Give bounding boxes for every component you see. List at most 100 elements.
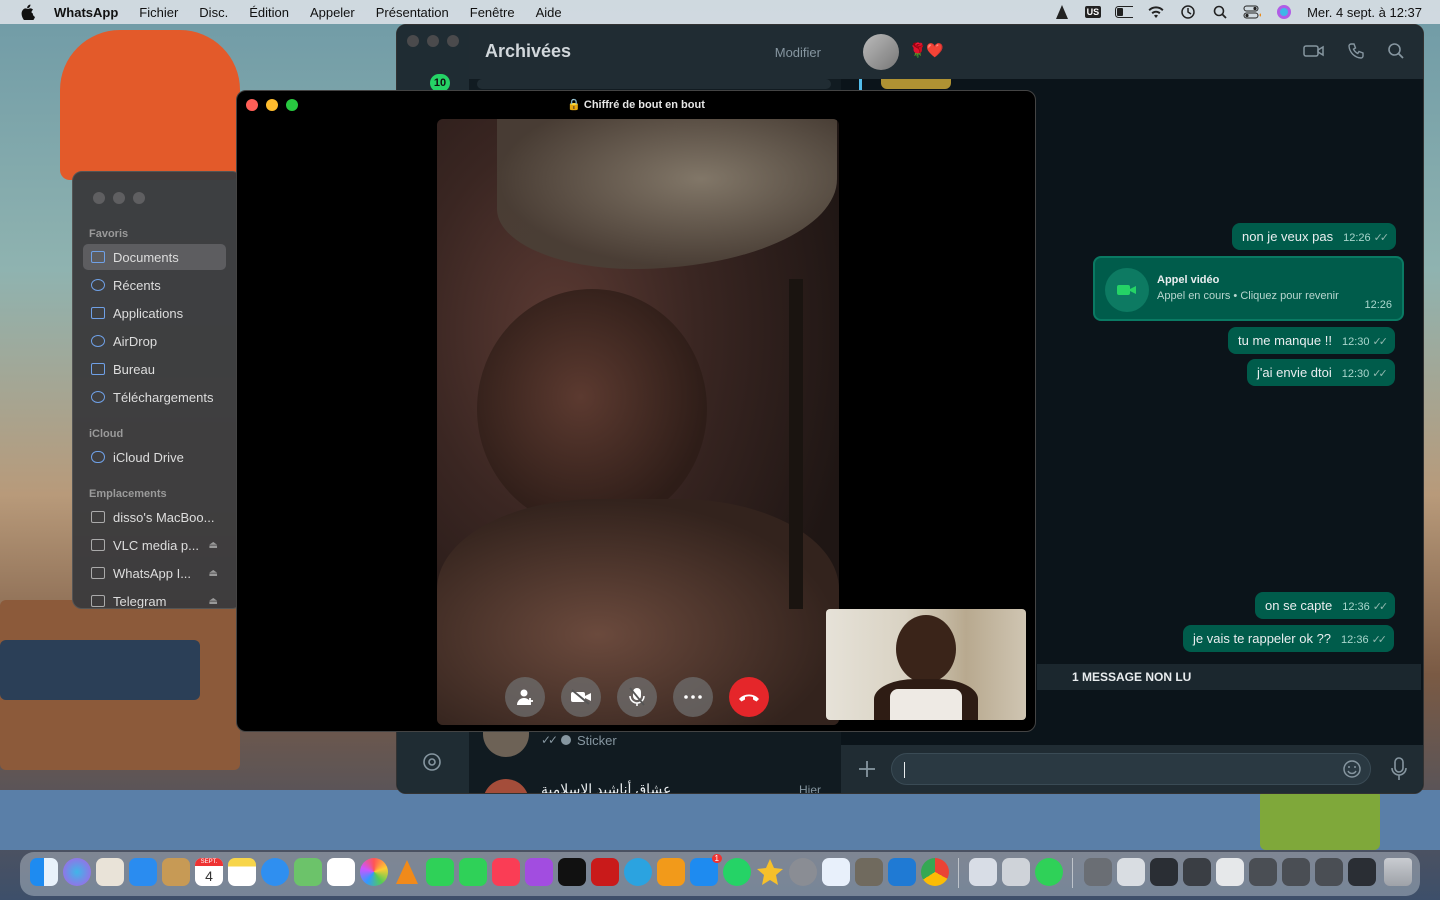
disk-utility-dock-icon[interactable] — [1002, 858, 1030, 886]
minimized-window-thumbnail[interactable] — [1282, 858, 1310, 886]
finder-zoom-button[interactable] — [133, 192, 145, 204]
superstar-dock-icon[interactable] — [756, 858, 784, 886]
menu-presentation[interactable]: Présentation — [376, 5, 449, 20]
spotlight-icon[interactable] — [1211, 4, 1229, 20]
camera-off-button[interactable] — [561, 677, 601, 717]
video-call-icon[interactable] — [1303, 43, 1325, 64]
minimized-window-thumbnail[interactable] — [1216, 858, 1244, 886]
finder-item-applications[interactable]: Applications — [83, 300, 226, 326]
menu-app-name[interactable]: WhatsApp — [54, 5, 118, 20]
finder-item-macbook[interactable]: disso's MacBoo... — [83, 504, 226, 530]
finder-item-documents[interactable]: Documents — [83, 244, 226, 270]
facetime-dock-icon[interactable] — [459, 858, 487, 886]
message-bubble[interactable]: on se capte 12:36 ✓✓ — [1255, 592, 1396, 619]
finder-item-downloads[interactable]: Téléchargements — [83, 384, 226, 410]
menu-fichier[interactable]: Fichier — [139, 5, 178, 20]
mail-dock-icon[interactable] — [129, 858, 157, 886]
control-center-icon[interactable] — [1243, 4, 1262, 20]
battery-icon[interactable] — [1115, 4, 1134, 20]
web-app-dock-icon[interactable] — [1035, 858, 1063, 886]
font-book-dock-icon[interactable] — [822, 858, 850, 886]
minimized-window-thumbnail[interactable] — [1183, 858, 1211, 886]
video-call-card[interactable]: Appel vidéo Appel en cours • Cliquez pou… — [1093, 256, 1404, 321]
search-icon[interactable] — [1387, 42, 1405, 65]
notes-dock-icon[interactable] — [228, 858, 256, 886]
keyboard-layout-indicator[interactable]: US — [1084, 6, 1102, 18]
traffic-light-minimize[interactable] — [427, 35, 439, 47]
eject-icon[interactable]: ⏏ — [209, 568, 218, 579]
photo-app-dock-icon[interactable] — [855, 858, 883, 886]
trash-dock-icon[interactable] — [1384, 858, 1412, 886]
books-dock-icon[interactable] — [657, 858, 685, 886]
maps-dock-icon[interactable] — [294, 858, 322, 886]
menu-fenetre[interactable]: Fenêtre — [470, 5, 515, 20]
music-dock-icon[interactable] — [492, 858, 520, 886]
search-bar[interactable] — [477, 79, 831, 89]
traffic-light-zoom[interactable] — [447, 35, 459, 47]
siri-icon[interactable] — [1275, 4, 1293, 20]
end-call-button[interactable] — [729, 677, 769, 717]
app-store-dock-icon[interactable]: 1 — [690, 854, 722, 886]
settings-icon[interactable] — [421, 751, 443, 773]
telegram-dock-icon[interactable] — [624, 858, 652, 886]
message-bubble[interactable]: j'ai envie dtoi 12:30 ✓✓ — [1247, 359, 1395, 386]
menu-disc[interactable]: Disc. — [199, 5, 228, 20]
system-settings-dock-icon[interactable] — [789, 858, 817, 886]
chat-list-item[interactable]: عشاق أناشيد الإسلامية Hier — [469, 773, 841, 793]
reminders-dock-icon[interactable] — [327, 858, 355, 886]
whatsapp-dock-icon[interactable] — [723, 858, 751, 886]
minimized-window-thumbnail[interactable] — [1117, 858, 1145, 886]
phone-icon[interactable] — [1347, 42, 1365, 65]
finder-item-vlc[interactable]: VLC media p... ⏏ — [83, 532, 226, 558]
microphone-icon[interactable] — [1391, 757, 1407, 786]
chrome-dock-icon[interactable] — [921, 858, 949, 886]
contact-avatar[interactable] — [863, 34, 899, 70]
edit-button[interactable]: Modifier — [775, 45, 821, 60]
apple-menu-icon[interactable] — [20, 4, 36, 20]
finder-dock-icon[interactable] — [30, 858, 58, 886]
finder-item-whatsapp-installer[interactable]: WhatsApp I... ⏏ — [83, 560, 226, 586]
vscode-dock-icon[interactable] — [888, 858, 916, 886]
siri-dock-icon[interactable] — [63, 858, 91, 886]
message-bubble[interactable]: non je veux pas 12:26 ✓✓ — [1232, 223, 1397, 250]
finder-item-airdrop[interactable]: AirDrop — [83, 328, 226, 354]
finder-item-icloud-drive[interactable]: iCloud Drive — [83, 444, 226, 470]
message-bubble[interactable]: tu me manque !! 12:30 ✓✓ — [1228, 327, 1395, 354]
wifi-icon[interactable] — [1147, 4, 1165, 20]
minimized-window-thumbnail[interactable] — [1249, 858, 1277, 886]
tv-dock-icon[interactable] — [558, 858, 586, 886]
menu-appeler[interactable]: Appeler — [310, 5, 355, 20]
message-bubble[interactable]: je vais te rappeler ok ?? 12:36 ✓✓ — [1183, 625, 1394, 652]
minimized-window-thumbnail[interactable] — [1315, 858, 1343, 886]
finder-item-bureau[interactable]: Bureau — [83, 356, 226, 382]
minimized-window-thumbnail[interactable] — [1348, 858, 1376, 886]
eject-icon[interactable]: ⏏ — [209, 596, 218, 607]
podcasts-dock-icon[interactable] — [525, 858, 553, 886]
attach-plus-icon[interactable] — [857, 759, 877, 784]
finder-close-button[interactable] — [93, 192, 105, 204]
minimized-window-thumbnail[interactable] — [1150, 858, 1178, 886]
preview-dock-icon[interactable] — [969, 858, 997, 886]
finder-minimize-button[interactable] — [113, 192, 125, 204]
menu-edition[interactable]: Édition — [249, 5, 289, 20]
calendar-dock-icon[interactable]: SEPT. 4 — [195, 858, 223, 886]
time-machine-icon[interactable] — [1179, 4, 1197, 20]
menubar-clock[interactable]: Mer. 4 sept. à 12:37 — [1307, 5, 1422, 20]
eject-icon[interactable]: ⏏ — [209, 540, 218, 551]
finder-item-recents[interactable]: Récents — [83, 272, 226, 298]
more-options-button[interactable] — [673, 677, 713, 717]
mute-microphone-button[interactable] — [617, 677, 657, 717]
traffic-light-close[interactable] — [407, 35, 419, 47]
vlc-dock-icon[interactable] — [393, 858, 421, 886]
filezilla-dock-icon[interactable] — [591, 858, 619, 886]
messages-dock-icon[interactable] — [426, 858, 454, 886]
message-input[interactable] — [891, 753, 1371, 785]
minimized-window-thumbnail[interactable] — [1084, 858, 1112, 886]
add-participant-button[interactable] — [505, 677, 545, 717]
emoji-icon[interactable] — [1342, 759, 1362, 784]
photos-dock-icon[interactable] — [360, 858, 388, 886]
menu-aide[interactable]: Aide — [536, 5, 562, 20]
safari-dock-icon[interactable] — [261, 858, 289, 886]
self-video-preview[interactable] — [826, 609, 1026, 720]
launchpad-dock-icon[interactable] — [96, 858, 124, 886]
